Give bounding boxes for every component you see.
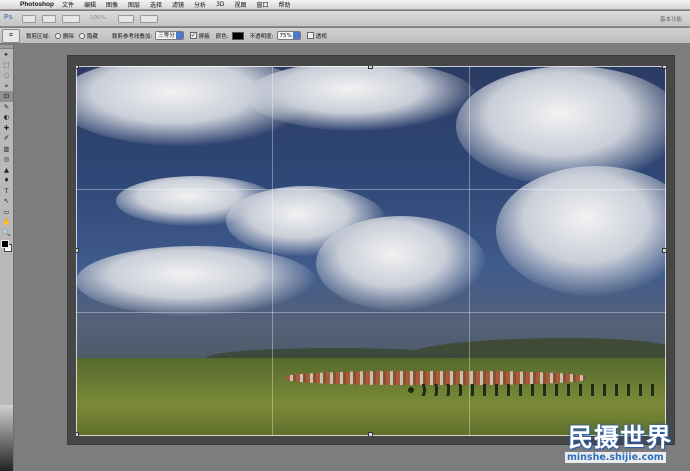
arrange-documents-dropdown[interactable]: [140, 15, 158, 23]
perspective-checkbox[interactable]: [306, 32, 314, 39]
eraser-tool-icon[interactable]: ◎: [0, 154, 13, 165]
watermark-text: 民摄世界: [568, 423, 673, 452]
brush-tool-icon[interactable]: ✚: [0, 123, 13, 134]
shield-color-label: 颜色:: [215, 33, 229, 40]
quick-select-tool-icon[interactable]: ⌖: [0, 81, 13, 92]
crop-tool-icon[interactable]: ⊡: [0, 91, 13, 102]
menu-window[interactable]: 窗口: [257, 0, 269, 9]
hand-tool-icon[interactable]: ✋: [0, 217, 13, 228]
delete-label: 删除: [62, 33, 74, 40]
watermark-url: minshe.shijie.com: [565, 452, 666, 463]
photoshop-logo: Ps: [4, 14, 13, 21]
crop-handle-top[interactable]: [368, 66, 373, 69]
menu-file[interactable]: 文件: [62, 0, 74, 9]
menu-analysis[interactable]: 分析: [194, 0, 206, 9]
type-tool-icon[interactable]: T: [0, 186, 13, 197]
panel-shadow: [0, 405, 13, 471]
minibridge-button[interactable]: [42, 15, 56, 23]
gradient-tool-icon[interactable]: ▲: [0, 165, 13, 176]
crop-box[interactable]: [76, 66, 666, 436]
menu-3d[interactable]: 3D: [216, 1, 224, 8]
crop-handle-top-left[interactable]: [76, 66, 79, 69]
application-bar: Ps 100% 基本功能: [0, 11, 690, 27]
menu-view[interactable]: 视图: [235, 0, 247, 9]
foreground-color-swatch[interactable]: [1, 240, 9, 248]
landscape-photo[interactable]: [76, 66, 666, 436]
menu-select[interactable]: 选择: [150, 0, 162, 9]
move-tool-icon[interactable]: ▸: [0, 49, 13, 60]
hand-tool-button[interactable]: [118, 15, 134, 23]
crop-handle-right[interactable]: [662, 248, 666, 253]
workspace-switcher[interactable]: 基本功能: [660, 15, 682, 23]
zoom-tool-icon[interactable]: 🔍: [0, 228, 13, 239]
menu-help[interactable]: 帮助: [279, 0, 291, 9]
delete-radio[interactable]: [54, 32, 61, 39]
clone-stamp-tool-icon[interactable]: ✐: [0, 133, 13, 144]
options-bar: ⌗ 裁剪区域: 删除 隐藏 裁剪参考线叠加: 三等分 ✓ 屏蔽 颜色: 不透明度…: [0, 28, 690, 44]
perspective-label: 透视: [315, 33, 327, 40]
crop-area-label: 裁剪区域:: [26, 33, 50, 40]
menu-layer[interactable]: 图层: [128, 0, 140, 9]
tools-panel: ▸ ⬚ ◌ ⌖ ⊡ ✎ ◐ ✚ ✐ ▥ ◎ ▲ ♦ T ↖ ▭ ✋ 🔍: [0, 45, 14, 471]
crop-handle-bottom[interactable]: [368, 432, 373, 436]
bridge-button[interactable]: [22, 15, 36, 23]
color-swatches: [0, 238, 13, 256]
crop-handle-top-right[interactable]: [662, 66, 666, 69]
view-extras-dropdown[interactable]: [62, 15, 80, 23]
shield-checkbox[interactable]: ✓: [189, 32, 197, 39]
dodge-tool-icon[interactable]: ♦: [0, 175, 13, 186]
menu-filter[interactable]: 滤镜: [172, 0, 184, 9]
healing-tool-icon[interactable]: ◐: [0, 112, 13, 123]
path-select-tool-icon[interactable]: ↖: [0, 196, 13, 207]
shield-color-swatch[interactable]: [231, 31, 244, 40]
lasso-tool-icon[interactable]: ◌: [0, 70, 13, 81]
history-brush-tool-icon[interactable]: ▥: [0, 144, 13, 155]
guide-overlay-select[interactable]: 三等分: [155, 31, 184, 40]
hide-label: 隐藏: [86, 33, 98, 40]
menu-bar: Photoshop 文件 编辑 图像 图层 选择 滤镜 分析 3D 视图 窗口 …: [0, 0, 690, 10]
eyedropper-tool-icon[interactable]: ✎: [0, 102, 13, 113]
opacity-select[interactable]: 75%: [276, 31, 301, 40]
shield-label: 屏蔽: [198, 33, 210, 40]
marquee-tool-icon[interactable]: ⬚: [0, 60, 13, 71]
zoom-level[interactable]: 100%: [90, 15, 106, 21]
document-canvas[interactable]: [68, 56, 674, 444]
menu-edit[interactable]: 编辑: [84, 0, 96, 9]
opacity-label: 不透明度:: [249, 33, 274, 40]
crop-icon[interactable]: ⌗: [2, 28, 20, 43]
crop-handle-left[interactable]: [76, 248, 79, 253]
crop-handle-bottom-left[interactable]: [76, 432, 79, 436]
hide-radio[interactable]: [78, 32, 85, 39]
menu-app-name[interactable]: Photoshop: [20, 1, 54, 8]
shape-tool-icon[interactable]: ▭: [0, 207, 13, 218]
menu-image[interactable]: 图像: [106, 0, 118, 9]
guide-overlay-label: 裁剪参考线叠加:: [111, 33, 153, 40]
